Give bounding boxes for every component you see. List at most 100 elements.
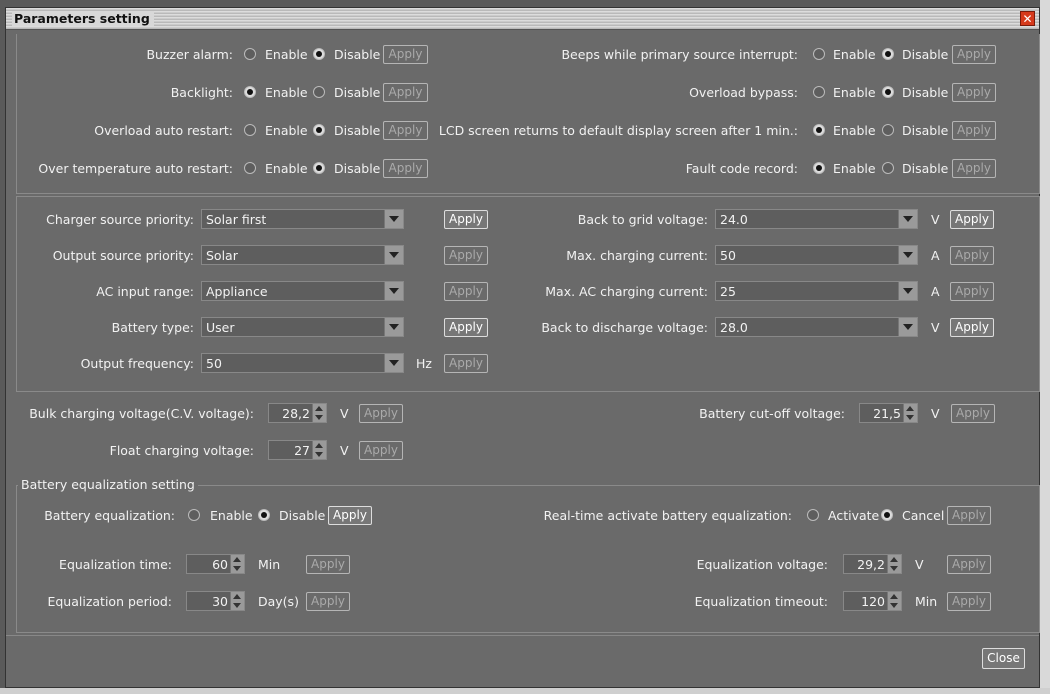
charger-source-apply-button[interactable]: Apply	[444, 210, 488, 229]
disable-label: Disable	[902, 47, 949, 62]
v-unit: V	[931, 320, 940, 335]
battery-equalization-label: Battery equalization:	[44, 508, 175, 523]
disable-label: Disable	[279, 508, 326, 523]
disable-label: Disable	[334, 47, 381, 62]
buzzer-apply-button[interactable]: Apply	[383, 45, 428, 64]
cutoff-voltage-label: Battery cut-off voltage:	[699, 406, 845, 421]
backlight-disable-radio[interactable]	[313, 86, 325, 98]
min-unit: Min	[915, 594, 938, 609]
charger-source-priority-select[interactable]: Solar first	[201, 209, 404, 229]
hz-unit: Hz	[416, 356, 432, 371]
cancel-radio[interactable]	[881, 509, 893, 521]
over-temp-disable-radio[interactable]	[313, 162, 325, 174]
close-button[interactable]: Close	[982, 648, 1025, 669]
over-temp-enable-radio[interactable]	[244, 162, 256, 174]
bypass-disable-radio[interactable]	[882, 86, 894, 98]
bulk-voltage-spinner[interactable]: 28,2	[268, 403, 327, 423]
backlight-apply-button[interactable]: Apply	[383, 83, 428, 102]
days-unit: Day(s)	[258, 594, 299, 609]
lcd-return-label: LCD screen returns to default display sc…	[438, 123, 798, 138]
lcd-disable-radio[interactable]	[882, 124, 894, 136]
activate-label: Activate	[828, 508, 880, 523]
min-unit: Min	[258, 557, 281, 572]
realtime-apply-button[interactable]: Apply	[947, 506, 991, 525]
title-bar[interactable]: Parameters setting ✕	[6, 8, 1039, 30]
equalization-legend: Battery equalization setting	[18, 477, 198, 492]
output-frequency-select[interactable]: 50	[201, 353, 404, 373]
equalization-time-spinner[interactable]: 60	[186, 554, 245, 574]
max-ac-charging-current-label: Max. AC charging current:	[545, 284, 708, 299]
equalization-apply-button[interactable]: Apply	[328, 506, 372, 525]
max-charging-current-select[interactable]: 50	[715, 245, 918, 265]
equalization-enable-radio[interactable]	[188, 509, 200, 521]
spinner-arrows-icon[interactable]	[312, 441, 326, 459]
overload-restart-enable-radio[interactable]	[244, 124, 256, 136]
max-ac-charging-current-select[interactable]: 25	[715, 281, 918, 301]
over-temp-apply-button[interactable]: Apply	[383, 159, 428, 178]
equalization-timeout-spinner[interactable]: 120	[843, 591, 902, 611]
enable-label: Enable	[833, 161, 876, 176]
bypass-enable-radio[interactable]	[813, 86, 825, 98]
parameters-dialog: Parameters setting ✕ Buzzer alarm: Enabl…	[5, 7, 1040, 688]
equalization-voltage-spinner[interactable]: 29,2	[843, 554, 902, 574]
equalization-voltage-apply-button[interactable]: Apply	[947, 555, 991, 574]
v-unit: V	[931, 406, 940, 421]
spinner-arrows-icon[interactable]	[887, 592, 901, 610]
v-unit: V	[340, 443, 349, 458]
equalization-timeout-apply-button[interactable]: Apply	[947, 592, 991, 611]
output-source-apply-button[interactable]: Apply	[444, 246, 488, 265]
output-source-priority-select[interactable]: Solar	[201, 245, 404, 265]
chevron-down-icon	[384, 246, 403, 264]
activate-radio[interactable]	[807, 509, 819, 521]
backlight-enable-radio[interactable]	[244, 86, 256, 98]
disable-label: Disable	[334, 161, 381, 176]
spinner-arrows-icon[interactable]	[230, 555, 244, 573]
fault-apply-button[interactable]: Apply	[952, 159, 996, 178]
cutoff-voltage-spinner[interactable]: 21,5	[859, 403, 918, 423]
battery-type-select[interactable]: User	[201, 317, 404, 337]
overload-restart-apply-button[interactable]: Apply	[383, 121, 428, 140]
equalization-period-apply-button[interactable]: Apply	[306, 592, 350, 611]
bypass-apply-button[interactable]: Apply	[952, 83, 996, 102]
spinner-arrows-icon[interactable]	[903, 404, 917, 422]
lcd-apply-button[interactable]: Apply	[952, 121, 996, 140]
fault-disable-radio[interactable]	[882, 162, 894, 174]
spinner-arrows-icon[interactable]	[230, 592, 244, 610]
float-voltage-spinner[interactable]: 27	[268, 440, 327, 460]
back-to-discharge-apply-button[interactable]: Apply	[950, 318, 994, 337]
float-voltage-apply-button[interactable]: Apply	[359, 441, 403, 460]
enable-label: Enable	[265, 47, 308, 62]
lcd-enable-radio[interactable]	[813, 124, 825, 136]
float-voltage-label: Float charging voltage:	[109, 443, 254, 458]
beeps-disable-radio[interactable]	[882, 48, 894, 60]
max-ac-charging-apply-button[interactable]: Apply	[950, 282, 994, 301]
equalization-period-spinner[interactable]: 30	[186, 591, 245, 611]
beeps-enable-radio[interactable]	[813, 48, 825, 60]
spinner-arrows-icon[interactable]	[312, 404, 326, 422]
beeps-apply-button[interactable]: Apply	[952, 45, 996, 64]
bulk-voltage-apply-button[interactable]: Apply	[359, 404, 403, 423]
output-frequency-apply-button[interactable]: Apply	[444, 354, 488, 373]
buzzer-enable-radio[interactable]	[244, 48, 256, 60]
enable-label: Enable	[833, 123, 876, 138]
ac-input-range-select[interactable]: Appliance	[201, 281, 404, 301]
battery-type-apply-button[interactable]: Apply	[444, 318, 488, 337]
back-to-discharge-select[interactable]: 28.0	[715, 317, 918, 337]
equalization-disable-radio[interactable]	[258, 509, 270, 521]
chevron-down-icon	[898, 318, 917, 336]
chevron-down-icon	[898, 246, 917, 264]
close-icon[interactable]: ✕	[1020, 11, 1035, 26]
ac-input-apply-button[interactable]: Apply	[444, 282, 488, 301]
fault-enable-radio[interactable]	[813, 162, 825, 174]
a-unit: A	[931, 284, 940, 299]
back-to-grid-apply-button[interactable]: Apply	[950, 210, 994, 229]
max-charging-apply-button[interactable]: Apply	[950, 246, 994, 265]
spinner-arrows-icon[interactable]	[887, 555, 901, 573]
buzzer-disable-radio[interactable]	[313, 48, 325, 60]
cutoff-voltage-apply-button[interactable]: Apply	[951, 404, 995, 423]
overload-restart-disable-radio[interactable]	[313, 124, 325, 136]
cancel-label: Cancel	[902, 508, 945, 523]
back-to-grid-select[interactable]: 24.0	[715, 209, 918, 229]
equalization-time-apply-button[interactable]: Apply	[306, 555, 350, 574]
fault-code-label: Fault code record:	[685, 161, 798, 176]
